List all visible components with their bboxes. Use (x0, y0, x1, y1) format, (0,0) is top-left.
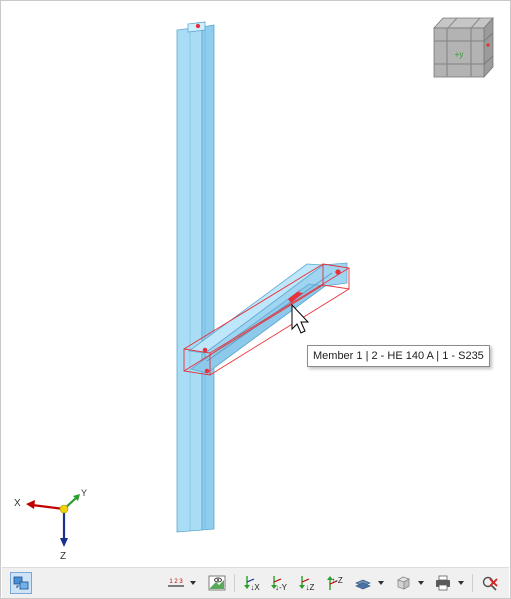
sync-view-icon (13, 576, 29, 590)
numbering-label: 1 2 3 (169, 579, 183, 585)
view-minus-z-label: ↑-Z (331, 576, 343, 585)
coordinate-axes (26, 494, 80, 547)
view-cube[interactable]: +y (433, 16, 494, 79)
view-toolbar: 1 2 3 ↓X ↓-Y ↓Z ↑-Z (2, 567, 509, 598)
print-dropdown[interactable] (456, 572, 466, 594)
axis-y-label: Y (81, 488, 88, 498)
member-tooltip: Member 1 | 2 - HE 140 A | 1 - S235 (307, 345, 490, 367)
toolbar-separator (234, 574, 235, 592)
view-mode-button[interactable] (352, 572, 374, 594)
sync-view-button[interactable] (10, 572, 32, 594)
view-minus-y-button[interactable]: ↓-Y (268, 572, 290, 594)
print-button[interactable] (432, 572, 454, 594)
chevron-down-icon (190, 581, 196, 585)
app-frame: +y Member 1 | 2 - HE 140 A | 1 - S235 X … (0, 0, 511, 599)
view-minus-y-label: ↓-Y (275, 583, 288, 592)
view-z-label: ↓Z (306, 583, 315, 592)
view-z-button[interactable]: ↓Z (296, 572, 318, 594)
view-minus-y-icon: ↓-Y (271, 576, 288, 592)
view-x-label: ↓X (250, 583, 260, 592)
chevron-down-icon (458, 581, 464, 585)
chevron-down-icon (378, 581, 384, 585)
render-mode-button[interactable] (392, 572, 414, 594)
toolbar-separator (472, 574, 473, 592)
numbering-icon: 1 2 3 (168, 579, 184, 587)
printer-icon (436, 575, 450, 591)
view-x-icon: ↓X (244, 576, 260, 592)
display-settings-icon (208, 575, 226, 591)
numbering-dropdown[interactable] (188, 572, 198, 594)
mouse-cursor (291, 303, 310, 334)
axis-x-label: X (14, 498, 21, 509)
clear-selection-button[interactable] (479, 572, 501, 594)
axis-z-label: Z (60, 551, 67, 562)
3d-viewport[interactable]: +y Member 1 | 2 - HE 140 A | 1 - S235 X … (2, 2, 509, 567)
render-mode-dropdown[interactable] (416, 572, 426, 594)
numbering-button[interactable]: 1 2 3 (165, 572, 187, 594)
model-graphics: +y (26, 16, 494, 547)
view-z-icon: ↓Z (299, 576, 315, 592)
display-settings-button[interactable] (206, 572, 228, 594)
view-cube-face-label: +y (455, 50, 464, 59)
chevron-down-icon (418, 581, 424, 585)
view-x-button[interactable]: ↓X (241, 572, 263, 594)
column-member[interactable] (176, 21, 215, 533)
view-mode-dropdown[interactable] (376, 572, 386, 594)
view-minus-z-button[interactable]: ↑-Z (324, 572, 346, 594)
layers-icon (355, 579, 371, 590)
view-minus-z-icon: ↑-Z (327, 576, 343, 590)
wireframe-cube-icon (397, 576, 410, 590)
cancel-selection-icon (482, 576, 498, 591)
